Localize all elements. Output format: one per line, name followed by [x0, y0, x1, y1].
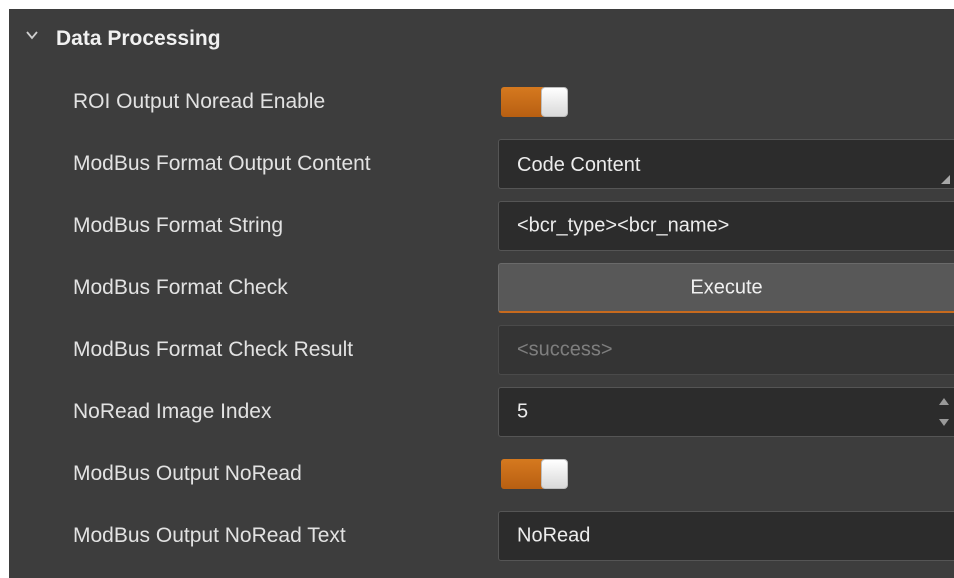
roi-output-noread-enable-toggle[interactable] [501, 87, 568, 117]
spinbox-value: 5 [517, 400, 529, 423]
row-modbus-format-check: ModBus Format Check Execute [9, 257, 954, 319]
toggle-knob [541, 459, 568, 489]
properties-panel: Data Processing ROI Output Noread Enable… [9, 9, 954, 578]
row-modbus-format-string: ModBus Format String <bcr_type><bcr_name… [9, 195, 954, 257]
modbus-format-check-result-field: <success> [498, 325, 954, 375]
row-modbus-output-noread: ModBus Output NoRead [9, 443, 954, 505]
modbus-output-noread-toggle[interactable] [501, 459, 568, 489]
roi-output-noread-enable-label: ROI Output Noread Enable [73, 90, 326, 113]
data-processing-header[interactable]: Data Processing [9, 9, 954, 71]
chevron-down-icon[interactable] [25, 28, 39, 42]
spin-up-icon[interactable] [939, 398, 949, 405]
execute-button-label: Execute [690, 276, 763, 298]
resize-grip-icon [941, 175, 950, 184]
row-modbus-output-noread-text: ModBus Output NoRead Text NoRead [9, 505, 954, 567]
modbus-format-check-label: ModBus Format Check [73, 276, 288, 299]
input-value: <bcr_type><bcr_name> [517, 214, 730, 237]
selected-value: Code Content [517, 154, 641, 176]
modbus-output-noread-label: ModBus Output NoRead [73, 462, 302, 485]
noread-image-index-label: NoRead Image Index [73, 400, 272, 423]
toggle-knob [541, 87, 568, 117]
row-noread-image-index: NoRead Image Index 5 [9, 381, 954, 443]
result-value: <success> [517, 338, 613, 361]
toggle-track [501, 459, 543, 489]
row-modbus-format-check-result: ModBus Format Check Result <success> [9, 319, 954, 381]
execute-button[interactable]: Execute [498, 263, 954, 313]
spin-down-icon[interactable] [939, 419, 949, 426]
modbus-output-noread-text-label: ModBus Output NoRead Text [73, 524, 346, 547]
modbus-format-check-result-label: ModBus Format Check Result [73, 338, 354, 361]
input-value: NoRead [517, 524, 591, 547]
row-modbus-format-output-content: ModBus Format Output Content Code Conten… [9, 133, 954, 195]
section-title: Data Processing [56, 27, 221, 50]
modbus-format-string-label: ModBus Format String [73, 214, 284, 237]
modbus-output-noread-text-input[interactable]: NoRead [498, 511, 954, 561]
toggle-track [501, 87, 543, 117]
modbus-format-string-input[interactable]: <bcr_type><bcr_name> [498, 201, 954, 251]
modbus-format-output-content-label: ModBus Format Output Content [73, 152, 371, 175]
modbus-format-output-content-select[interactable]: Code Content [498, 139, 954, 189]
row-roi-output-noread-enable: ROI Output Noread Enable [9, 71, 954, 133]
noread-image-index-spinbox[interactable]: 5 [498, 387, 954, 437]
